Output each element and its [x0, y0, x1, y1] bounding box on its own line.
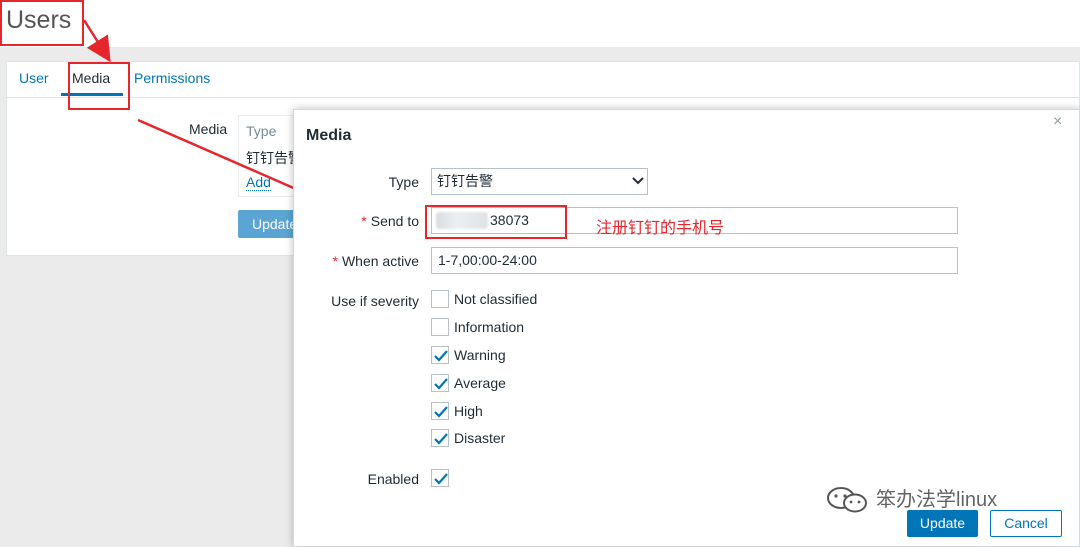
watermark-text: 笨办法学linux — [876, 489, 998, 511]
required-mark: * — [332, 253, 338, 269]
type-select[interactable]: 钉钉告警 — [431, 168, 648, 195]
severity-checkbox-disaster[interactable] — [431, 429, 449, 447]
check-icon — [434, 433, 448, 445]
check-icon — [434, 350, 448, 362]
check-icon — [434, 473, 448, 485]
severity-label-warning: Warning — [454, 347, 506, 363]
wechat-icon — [827, 487, 867, 513]
check-icon — [434, 378, 448, 390]
severity-label: Use if severity — [331, 293, 419, 309]
close-icon[interactable]: × — [1053, 113, 1062, 131]
annotation-note: 注册钉钉的手机号 — [596, 220, 725, 237]
required-mark: * — [361, 213, 367, 229]
enabled-label: Enabled — [367, 471, 419, 487]
when-active-label: * When active — [259, 253, 420, 269]
severity-label-information: Information — [454, 319, 525, 335]
type-label: Type — [388, 174, 419, 190]
send-to-label-text: Send to — [370, 213, 419, 229]
dialog-title: Media — [306, 127, 352, 144]
severity-checkbox-high[interactable] — [431, 402, 449, 420]
when-active-input[interactable]: 1-7,00:00-24:00 — [431, 247, 958, 274]
severity-checkbox-warning[interactable] — [431, 346, 449, 364]
cancel-button[interactable]: Cancel — [990, 510, 1062, 537]
when-active-label-text: When active — [341, 253, 419, 269]
chevron-down-icon — [632, 177, 644, 185]
send-to-label: * Send to — [259, 213, 419, 229]
enabled-checkbox[interactable] — [431, 469, 449, 487]
severity-label-high: High — [454, 403, 483, 419]
severity-checkbox-information[interactable] — [431, 318, 449, 336]
severity-label-not-classified: Not classified — [454, 291, 538, 307]
severity-label-average: Average — [454, 375, 506, 391]
check-icon — [434, 406, 448, 418]
severity-label-disaster: Disaster — [454, 430, 506, 446]
severity-checkbox-not-classified[interactable] — [431, 290, 449, 308]
annotation-box-send-to — [425, 205, 567, 239]
severity-checkbox-average[interactable] — [431, 374, 449, 392]
update-button[interactable]: Update — [907, 510, 978, 537]
